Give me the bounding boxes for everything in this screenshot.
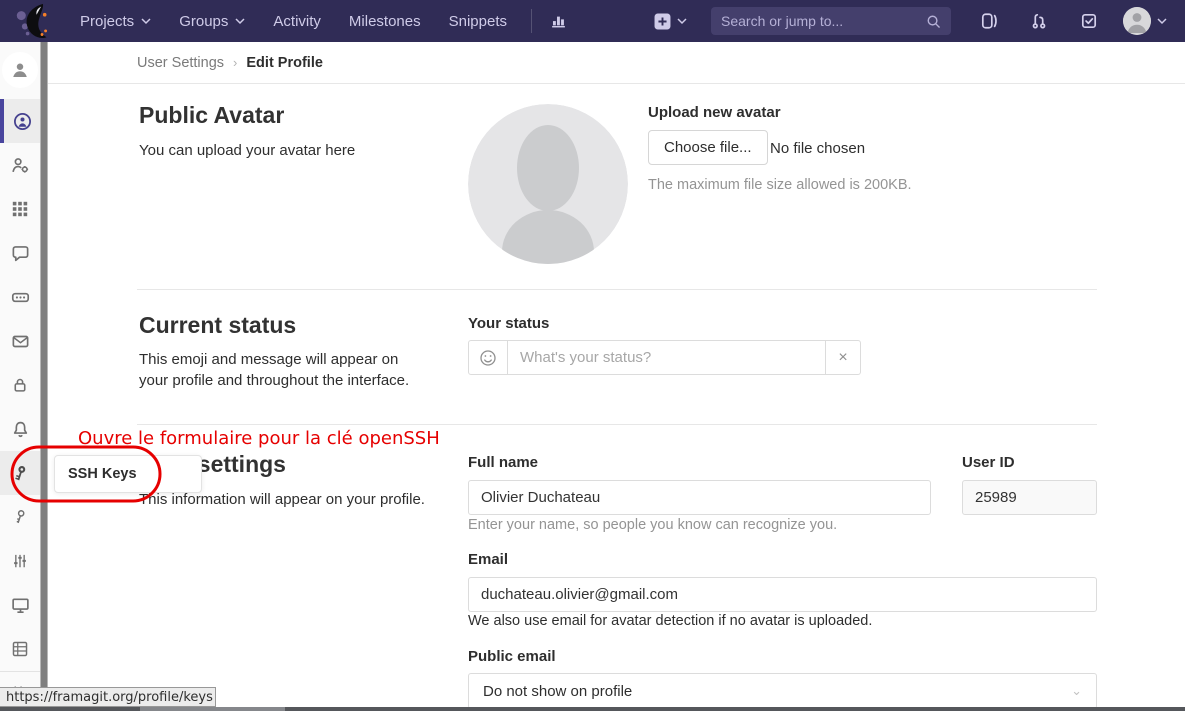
- chevron-down-icon: ⌄: [1071, 683, 1082, 699]
- current-status-title: Current status: [139, 312, 296, 339]
- user-avatar: [1123, 7, 1151, 35]
- nav-groups[interactable]: Groups: [165, 0, 259, 42]
- sidebar-item-ssh-keys[interactable]: [0, 451, 40, 495]
- emoji-picker-button[interactable]: [469, 341, 508, 374]
- breadcrumb: User Settings › Edit Profile: [48, 42, 1185, 84]
- bell-icon: [11, 420, 30, 439]
- breadcrumb-user-settings[interactable]: User Settings: [137, 55, 224, 71]
- sidebar-item-preferences[interactable]: [0, 539, 40, 583]
- no-file-chosen-text: No file chosen: [770, 140, 865, 157]
- section-divider: [137, 289, 1097, 290]
- sidebar-scrollbar[interactable]: [40, 42, 48, 711]
- sidebar-item-authentication-log[interactable]: [0, 627, 40, 671]
- breadcrumb-separator: ›: [233, 55, 237, 70]
- choose-file-button[interactable]: Choose file...: [648, 130, 768, 165]
- user-id-label: User ID: [962, 454, 1015, 471]
- log-table-icon: [11, 640, 29, 658]
- user-id-input[interactable]: [962, 480, 1097, 515]
- global-search-box[interactable]: Search or jump to...: [711, 7, 951, 35]
- public-email-selected-value: Do not show on profile: [483, 683, 632, 700]
- email-help: We also use email for avatar detection i…: [468, 613, 872, 629]
- todos-icon[interactable]: [1069, 0, 1109, 42]
- sidebar-item-gpg-keys[interactable]: [0, 495, 40, 539]
- top-navbar: Projects Groups Activity Milestones Snip…: [0, 0, 1185, 42]
- gpg-key-icon: [11, 508, 29, 526]
- sidebar-item-emails[interactable]: [0, 319, 40, 363]
- public-email-select[interactable]: Do not show on profile ⌄: [468, 673, 1097, 709]
- search-placeholder: Search or jump to...: [721, 13, 926, 29]
- settings-sidebar: [0, 42, 48, 711]
- search-icon: [926, 14, 941, 29]
- nav-projects[interactable]: Projects: [66, 0, 165, 42]
- sidebar-item-chat[interactable]: [0, 231, 40, 275]
- status-input-group: ×: [468, 340, 861, 375]
- status-message-input[interactable]: [508, 341, 825, 374]
- new-menu-button[interactable]: [648, 13, 693, 30]
- sidebar-item-account[interactable]: [0, 143, 40, 187]
- merge-requests-icon[interactable]: [1019, 0, 1059, 42]
- sidebar-item-password[interactable]: [0, 363, 40, 407]
- sidebar-item-applications[interactable]: [0, 187, 40, 231]
- public-avatar-title: Public Avatar: [139, 102, 284, 129]
- max-file-size-help: The maximum file size allowed is 200KB.: [648, 177, 912, 193]
- chevron-down-icon: [235, 18, 245, 25]
- account-icon: [11, 156, 30, 175]
- chevron-down-icon: [141, 18, 151, 25]
- horizontal-scrollbar[interactable]: [0, 707, 1185, 711]
- annotation-text: Ouvre le formulaire pour la clé openSSH: [78, 428, 440, 449]
- smiley-icon: [479, 349, 497, 367]
- sliders-icon: [11, 552, 29, 570]
- public-email-label: Public email: [468, 648, 556, 665]
- sidebar-user-avatar[interactable]: [2, 52, 38, 88]
- breadcrumb-current: Edit Profile: [246, 55, 323, 71]
- charts-icon[interactable]: [542, 0, 575, 42]
- current-status-description: This emoji and message will appear on yo…: [139, 349, 424, 391]
- nav-activity[interactable]: Activity: [259, 0, 335, 42]
- profile-icon: [13, 112, 32, 131]
- issues-icon[interactable]: [969, 0, 1009, 42]
- monitor-icon: [11, 596, 30, 615]
- lock-icon: [11, 376, 29, 394]
- current-avatar-image: [468, 104, 628, 264]
- chevron-down-icon: [677, 18, 687, 25]
- navbar-separator: [531, 9, 532, 33]
- edit-profile-page: Projects Groups Activity Milestones Snip…: [0, 0, 1185, 711]
- applications-grid-icon: [11, 200, 29, 218]
- ssh-keys-tooltip: SSH Keys: [54, 455, 202, 493]
- section-divider: [137, 424, 1097, 425]
- chat-bubble-icon: [11, 244, 30, 263]
- nav-milestones[interactable]: Milestones: [335, 0, 435, 42]
- navbar-right: Search or jump to...: [648, 0, 1171, 42]
- email-label: Email: [468, 551, 508, 568]
- upload-new-avatar-label: Upload new avatar: [648, 104, 781, 121]
- browser-status-bar: https://framagit.org/profile/keys: [0, 687, 216, 707]
- nav-groups-label: Groups: [179, 13, 228, 30]
- ssh-key-icon: [11, 464, 30, 483]
- nav-snippets[interactable]: Snippets: [435, 0, 521, 42]
- framagit-logo-icon[interactable]: [14, 3, 52, 39]
- sidebar-item-active-sessions[interactable]: [0, 583, 40, 627]
- email-input[interactable]: [468, 577, 1097, 612]
- sidebar-item-profile[interactable]: [0, 99, 40, 143]
- envelope-icon: [11, 332, 30, 351]
- chevron-down-icon: [1157, 18, 1167, 25]
- user-menu-button[interactable]: [1119, 7, 1171, 35]
- horizontal-scrollbar-thumb[interactable]: [140, 707, 285, 711]
- your-status-label: Your status: [468, 315, 549, 332]
- navbar-menu: Projects Groups Activity Milestones Snip…: [66, 0, 521, 42]
- full-name-help: Enter your name, so people you know can …: [468, 517, 837, 533]
- full-name-input[interactable]: [468, 480, 931, 515]
- plus-square-icon: [654, 13, 671, 30]
- public-avatar-description: You can upload your avatar here: [139, 140, 355, 161]
- clear-status-button[interactable]: ×: [825, 341, 860, 374]
- sidebar-item-access-tokens[interactable]: [0, 275, 40, 319]
- access-tokens-icon: [11, 288, 30, 307]
- full-name-label: Full name: [468, 454, 538, 471]
- nav-projects-label: Projects: [80, 13, 134, 30]
- sidebar-item-notifications[interactable]: [0, 407, 40, 451]
